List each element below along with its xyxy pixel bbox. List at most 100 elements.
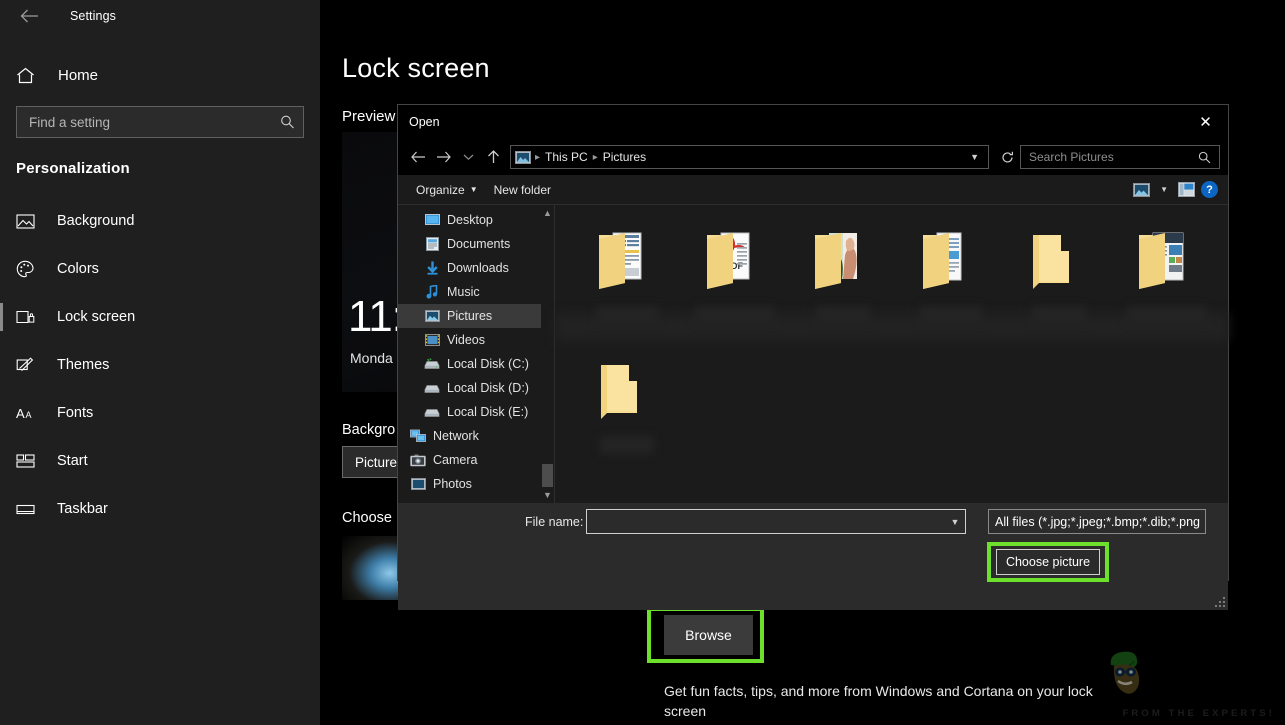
breadcrumb-this-pc[interactable]: This PC [542, 150, 591, 164]
sidebar-item-taskbar[interactable]: Taskbar [0, 485, 320, 533]
settings-titlebar: Settings [0, 0, 320, 32]
up-arrow-icon[interactable] [481, 144, 506, 170]
file-label-redacted [1127, 306, 1207, 324]
tree-item-network[interactable]: Network [398, 424, 554, 448]
file-label-redacted [920, 306, 982, 324]
tree-label: Local Disk (D:) [447, 381, 529, 395]
view-layout-icon[interactable] [1133, 183, 1150, 197]
sidebar-item-home[interactable]: Home [0, 58, 320, 92]
back-arrow-icon[interactable] [406, 144, 431, 170]
photos-icon [410, 476, 426, 492]
tree-item-downloads[interactable]: Downloads [398, 256, 554, 280]
breadcrumb-pictures[interactable]: Pictures [600, 150, 649, 164]
help-button[interactable]: ? [1201, 181, 1218, 198]
new-folder-button[interactable]: New folder [486, 183, 559, 197]
tree-scroll-up-chevron-up-icon[interactable]: ▲ [541, 205, 554, 221]
tree-item-videos[interactable]: Videos [398, 328, 554, 352]
file-grid: PDF [573, 219, 1228, 479]
lock-screen-icon [16, 310, 42, 325]
file-type-filter[interactable]: All files (*.jpg;*.jpeg;*.bmp;*.dib;*.pn… [988, 509, 1206, 534]
settings-title: Settings [70, 9, 116, 23]
file-label-redacted [596, 306, 658, 324]
music-icon [424, 284, 440, 300]
address-bar[interactable]: ▸ This PC ▸ Pictures ▼ [510, 145, 989, 169]
tree-label: Local Disk (E:) [447, 405, 528, 419]
address-bar-actions: ▼ [965, 152, 984, 162]
sidebar-label: Taskbar [57, 501, 108, 517]
tree-label: Camera [433, 453, 477, 467]
browse-button[interactable]: Browse [664, 615, 753, 655]
sidebar-label: Start [57, 453, 88, 469]
home-icon [16, 67, 44, 84]
home-label: Home [58, 67, 98, 84]
documents-icon [424, 236, 440, 252]
file-name-field[interactable]: ▼ [586, 509, 966, 534]
close-icon[interactable]: ✕ [1183, 105, 1228, 139]
chevron-down-icon: ▼ [470, 185, 478, 194]
chevron-down-icon[interactable]: ▼ [945, 517, 965, 527]
sidebar-item-themes[interactable]: Themes [0, 341, 320, 389]
organize-button[interactable]: Organize ▼ [408, 183, 486, 197]
tree-item-documents[interactable]: Documents [398, 232, 554, 256]
file-label-redacted [1032, 306, 1086, 324]
recent-locations-chevron-down-icon[interactable] [456, 144, 481, 170]
sidebar-item-start[interactable]: Start [0, 437, 320, 485]
file-label-redacted [816, 306, 870, 324]
tree-item-pictures[interactable]: Pictures [398, 304, 554, 328]
file-item-empty-folder-2[interactable] [573, 349, 681, 479]
folder-pdf-preview-icon: PDF [697, 225, 773, 297]
resize-grip[interactable] [1215, 597, 1225, 607]
tree-item-music[interactable]: Music [398, 280, 554, 304]
network-icon [410, 428, 426, 444]
screen-root: Settings Home Personalization [0, 0, 1285, 725]
tree-item-local-disk-c[interactable]: Local Disk (C:) [398, 352, 554, 376]
tree-label: Videos [447, 333, 485, 347]
back-arrow-icon[interactable] [14, 1, 44, 31]
chevron-down-icon[interactable]: ▼ [965, 152, 984, 162]
organize-label: Organize [416, 183, 465, 197]
folder-empty-icon [1021, 225, 1097, 297]
tree-item-photos[interactable]: Photos [398, 472, 554, 496]
tree-item-desktop[interactable]: Desktop [398, 208, 554, 232]
navigation-tree-pane: ▲ ▼ Desktop [398, 205, 555, 503]
chevron-down-icon: ▼ [1200, 517, 1206, 527]
refresh-icon[interactable] [995, 144, 1020, 170]
cortana-description: Get fun facts, tips, and more from Windo… [664, 681, 1124, 721]
svg-text:A: A [16, 406, 25, 421]
search-icon [280, 115, 295, 130]
file-name-label: File name: [525, 515, 583, 529]
font-icon: A A [16, 406, 42, 421]
background-select-value: Picture [355, 455, 397, 470]
file-list-pane: PDF [555, 205, 1228, 503]
tree-item-local-disk-d[interactable]: Local Disk (D:) [398, 376, 554, 400]
toolbar-right-actions: ▼ ? [1133, 181, 1218, 198]
pictures-icon [424, 308, 440, 324]
background-label: Backgro [342, 422, 395, 438]
file-label-redacted [695, 306, 775, 324]
settings-search[interactable] [16, 106, 304, 138]
dialog-footer: File name: ▼ All files (*.jpg;*.jpeg;*.b… [398, 503, 1228, 610]
tree-item-camera[interactable]: Camera [398, 448, 554, 472]
tree-label: Documents [447, 237, 510, 251]
dialog-search-input[interactable] [1029, 150, 1198, 164]
dialog-search-box[interactable] [1020, 145, 1220, 169]
tree-label: Pictures [447, 309, 492, 323]
tree-item-local-disk-e[interactable]: Local Disk (E:) [398, 400, 554, 424]
search-input[interactable] [17, 115, 303, 130]
camera-icon [410, 452, 426, 468]
preview-label: Preview [342, 108, 395, 125]
forward-arrow-icon[interactable] [431, 144, 456, 170]
sidebar-item-fonts[interactable]: A A Fonts [0, 389, 320, 437]
tree-scrollbar-track[interactable] [541, 221, 554, 487]
preview-pane-icon[interactable] [1178, 182, 1195, 197]
sidebar-item-colors[interactable]: Colors [0, 245, 320, 293]
section-title-personalization: Personalization [16, 160, 320, 177]
sidebar-item-background[interactable]: Background [0, 197, 320, 245]
tree-scroll-down-chevron-down-icon[interactable]: ▼ [541, 487, 554, 503]
folder-empty-2-icon [589, 355, 665, 427]
sidebar-item-lock-screen[interactable]: Lock screen [0, 293, 320, 341]
file-name-input[interactable] [587, 515, 945, 529]
sidebar-label: Colors [57, 261, 99, 277]
choose-picture-button[interactable]: Choose picture [996, 549, 1100, 575]
view-chevron-down-icon[interactable]: ▼ [1156, 185, 1172, 194]
